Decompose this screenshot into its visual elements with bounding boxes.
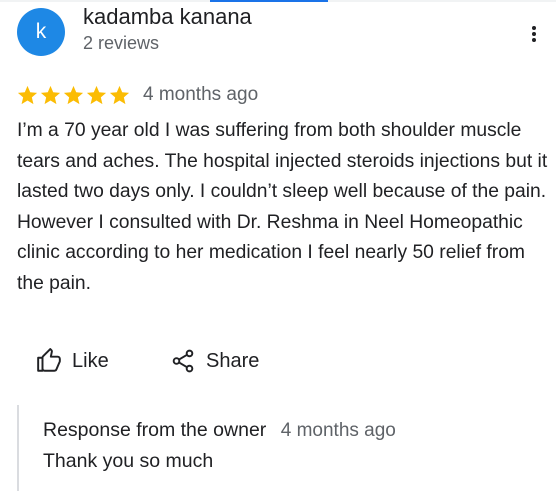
review-date: 4 months ago (143, 84, 259, 105)
thumb-up-icon (37, 348, 61, 372)
owner-response-date: 4 months ago (280, 420, 396, 441)
rating-row: 4 months ago (16, 82, 258, 108)
owner-response-text: Thank you so much (43, 450, 214, 472)
top-accent-divider (0, 0, 556, 2)
star-icon (40, 85, 61, 104)
like-label: Like (72, 349, 109, 372)
share-icon (172, 349, 194, 373)
star-icon (17, 85, 38, 104)
star-icon (109, 85, 130, 104)
star-icon (63, 85, 84, 104)
reviewer-review-count: 2 reviews (83, 33, 160, 53)
active-tab-indicator (210, 0, 328, 2)
owner-response-header: Response from the owner 4 months ago (43, 419, 396, 442)
reviewer-name[interactable]: kadamba kanana (83, 4, 252, 30)
star-icon (86, 85, 107, 104)
star-rating (16, 84, 131, 107)
review-text: I’m a 70 year old I was suffering from b… (17, 120, 548, 294)
like-button[interactable]: Like (36, 344, 109, 378)
owner-response-title: Response from the owner (43, 419, 267, 441)
share-button[interactable]: Share (170, 344, 259, 378)
more-options-button[interactable] (520, 20, 548, 48)
avatar[interactable]: k (17, 8, 65, 56)
owner-response: Response from the owner 4 months ago Tha… (17, 405, 539, 491)
share-label: Share (206, 349, 260, 372)
